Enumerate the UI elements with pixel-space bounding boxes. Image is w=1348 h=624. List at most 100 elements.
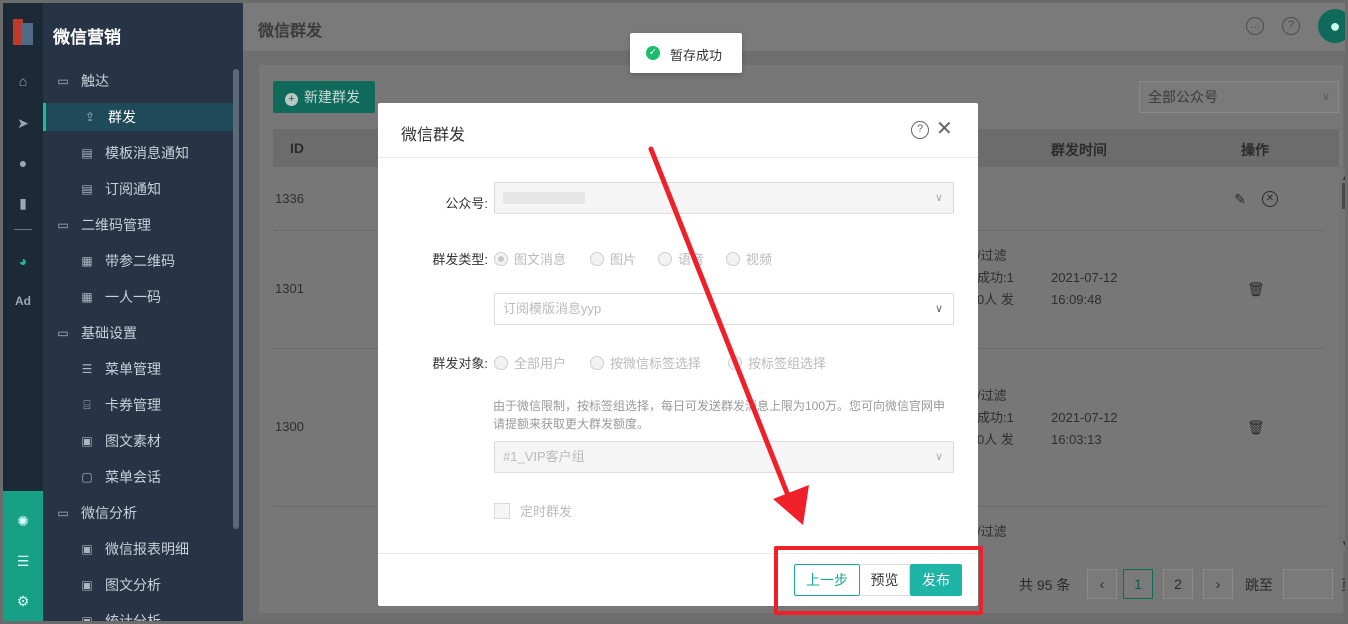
account-value-redacted — [503, 192, 585, 204]
sidebar: 微信营销 ▭ 触达 ⇪ 群发 ▤ 模板消息通知 ▤ 订阅通知 ▭ 二维码管理 ▦ 带参二维码 ▦ 一人一码… — [43, 3, 243, 624]
ad-icon[interactable]: Ad — [3, 289, 43, 313]
subscribe-icon: ▤ — [81, 182, 93, 196]
menu-list-icon: ☰ — [81, 362, 93, 376]
trash-icon[interactable]: 🗑 — [1247, 281, 1265, 297]
row-status-line: /过滤 — [977, 388, 1007, 403]
settings-icon[interactable]: ⚙ — [3, 589, 43, 613]
sidebar-item[interactable]: ▦ 一人一码 — [43, 283, 235, 311]
sidebar-item[interactable]: ▭ 微信分析 — [43, 499, 235, 527]
target-radio-all[interactable]: 全部用户 — [494, 353, 566, 372]
app-window: ⌂ ➤ ● ▮ ◕ Ad ✺ ☰ ⚙ 微信营销 ▭ 触达 ⇪ 群发 ▤ 模板消息通知 ▤ 订阅… — [0, 0, 1348, 624]
schedule-label: 定时群发 — [520, 504, 573, 519]
bar-chart-icon[interactable]: ▮ — [3, 191, 43, 215]
close-icon[interactable]: ✕ — [936, 118, 953, 140]
avatar[interactable]: ● — [1318, 9, 1345, 43]
radio-dot — [590, 252, 604, 266]
radio-label: 语音 — [678, 252, 705, 267]
help-icon[interactable]: ? — [911, 121, 929, 139]
scroll-down-icon[interactable]: ▼ — [1341, 539, 1345, 548]
sidebar-item[interactable]: ▣ 图文素材 — [43, 427, 235, 455]
sidebar-item[interactable]: ⇪ 群发 — [43, 103, 235, 131]
server-icon[interactable]: ☰ — [3, 549, 43, 573]
pagination: 共 95 条 ‹ 1 2 › 跳至 页 — [1019, 567, 1345, 599]
column-header-time: 群发时间 — [1051, 142, 1107, 158]
row-time: 16:09:48 — [1051, 292, 1102, 307]
type-radio-image[interactable]: 图片 — [590, 249, 636, 268]
page-button[interactable]: 1 — [1123, 569, 1153, 599]
type-radio-video[interactable]: 视频 — [726, 249, 772, 268]
sidebar-item-label: 一人一码 — [105, 289, 161, 305]
radio-dot — [590, 356, 604, 370]
next-page-button[interactable]: › — [1203, 569, 1233, 599]
template-select-value: 订阅模版消息yyp — [503, 301, 602, 316]
row-id: 1301 — [275, 281, 304, 296]
row-status-line: 成功:1 — [977, 410, 1014, 425]
sidebar-item[interactable]: ▭ 二维码管理 — [43, 211, 235, 239]
sidebar-item[interactable]: ⌸ 卡券管理 — [43, 391, 235, 419]
article-icon: ▣ — [81, 434, 93, 448]
coupon-icon: ⌸ — [83, 398, 91, 412]
radio-dot — [494, 356, 508, 370]
account-label: 公众号: — [445, 196, 488, 211]
sidebar-item[interactable]: ▤ 模板消息通知 — [43, 139, 235, 167]
tag-group-select[interactable]: #1_VIP客户组 ∨ — [494, 441, 954, 473]
message-icon[interactable]: … — [1246, 17, 1264, 35]
radio-label: 全部用户 — [514, 356, 567, 371]
type-radio-voice[interactable]: 语音 — [658, 249, 704, 268]
page-button[interactable]: 2 — [1163, 569, 1193, 599]
target-radio-taggroup[interactable]: 按标签组选择 — [728, 353, 826, 372]
radio-dot — [726, 252, 740, 266]
sidebar-scrollbar[interactable] — [233, 69, 239, 529]
broadcast-icon: ⇪ — [84, 110, 96, 124]
template-icon: ▤ — [81, 146, 93, 160]
template-select[interactable]: 订阅模版消息yyp ∨ — [494, 293, 954, 325]
prev-page-button[interactable]: ‹ — [1087, 569, 1117, 599]
sidebar-item-label: 统计分析 — [105, 613, 161, 624]
sidebar-item-label: 基础设置 — [81, 325, 137, 341]
publish-button[interactable]: 发布 — [910, 564, 962, 596]
radio-label: 按标签组选择 — [748, 356, 827, 371]
scroll-thumb[interactable] — [1342, 183, 1345, 209]
rail-divider — [14, 229, 32, 230]
jump-page-input[interactable] — [1283, 569, 1333, 599]
success-toast: ✓ 暂存成功 — [630, 33, 742, 73]
sidebar-item-label: 模板消息通知 — [105, 145, 189, 161]
folder-icon: ▭ — [57, 326, 69, 340]
chevron-down-icon: ∨ — [934, 303, 943, 315]
trash-icon[interactable]: 🗑 — [1247, 419, 1265, 435]
sidebar-item[interactable]: ▦ 带参二维码 — [43, 247, 235, 275]
row-id: 1336 — [275, 191, 304, 206]
account-select[interactable]: 全部公众号 ∨ — [1139, 81, 1339, 113]
table-scrollbar[interactable]: ▲ ▼ — [1339, 171, 1345, 551]
folder-icon: ▭ — [57, 74, 69, 88]
account-field[interactable]: ∨ — [494, 182, 954, 214]
sidebar-item[interactable]: ☰ 菜单管理 — [43, 355, 235, 383]
target-radio-tag[interactable]: 按微信标签选择 — [590, 353, 701, 372]
scroll-up-icon[interactable]: ▲ — [1341, 173, 1345, 182]
edit-icon[interactable]: ✎ — [1232, 191, 1248, 207]
network-icon[interactable]: ✺ — [3, 509, 43, 533]
sidebar-item[interactable]: ▣ 微信报表明细 — [43, 535, 235, 563]
sidebar-item[interactable]: ▣ 图文分析 — [43, 571, 235, 599]
home-icon[interactable]: ⌂ — [3, 69, 43, 93]
column-header-action: 操作 — [1241, 142, 1269, 158]
new-broadcast-button[interactable]: + 新建群发 — [273, 81, 375, 113]
preview-button[interactable]: 预览 — [860, 564, 910, 596]
sidebar-item[interactable]: ▤ 订阅通知 — [43, 175, 235, 203]
user-icon[interactable]: ● — [3, 151, 43, 175]
schedule-checkbox[interactable]: 定时群发 — [494, 501, 572, 520]
sidebar-item[interactable]: ▣ 统计分析 — [43, 607, 235, 624]
sidebar-brand: 微信营销 — [53, 28, 121, 47]
sidebar-item[interactable]: ▭ 基础设置 — [43, 319, 235, 347]
wechat-icon[interactable]: ◕ — [3, 249, 43, 273]
cancel-icon[interactable]: ✕ — [1262, 191, 1278, 207]
sidebar-item[interactable]: ▢ 菜单会话 — [43, 463, 235, 491]
send-icon[interactable]: ➤ — [3, 111, 43, 135]
sidebar-item-label: 微信分析 — [81, 505, 137, 521]
row-status-line: 成功:1 — [977, 270, 1014, 285]
sidebar-item[interactable]: ▭ 触达 — [43, 67, 235, 95]
prev-step-button[interactable]: 上一步 — [794, 564, 860, 596]
type-radio-article[interactable]: 图文消息 — [494, 249, 566, 268]
help-icon[interactable]: ? — [1282, 17, 1300, 35]
radio-label: 图片 — [610, 252, 637, 267]
